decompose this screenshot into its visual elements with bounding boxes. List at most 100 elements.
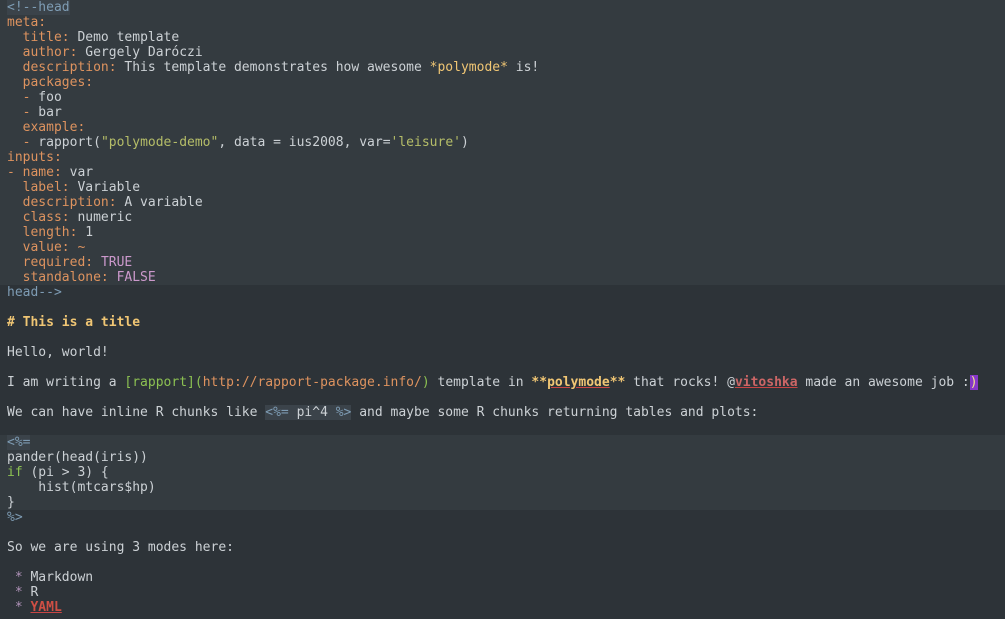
code-segment: rapport( [30, 135, 100, 150]
code-line: inputs: [0, 150, 1005, 165]
code-line [0, 555, 1005, 570]
code-segment: , data = ius2008, var= [218, 135, 390, 150]
code-segment: 1 [77, 225, 93, 240]
code-segment: is! [508, 60, 539, 75]
code-segment: made an awesome job : [798, 375, 970, 390]
code-segment: description: [23, 60, 117, 75]
code-segment: inputs: [7, 150, 62, 165]
text-cursor: ) [970, 375, 978, 390]
code-segment: ) [422, 375, 430, 390]
code-segment: Demo template [70, 30, 180, 45]
code-segment [7, 105, 23, 120]
code-line: meta: [0, 15, 1005, 30]
list-bullet: * [15, 570, 23, 585]
code-segment: title: [23, 30, 70, 45]
code-segment: if [7, 465, 23, 480]
code-segment: length: [23, 225, 78, 240]
code-segment [7, 75, 23, 90]
code-line: head--> [0, 285, 1005, 300]
code-line: title: Demo template [0, 30, 1005, 45]
code-line: * YAML [0, 600, 1005, 615]
code-line: hist(mtcars$hp) [0, 480, 1005, 495]
code-segment: R [23, 585, 39, 600]
code-segment: (pi > 3) { [23, 465, 109, 480]
list-bullet: * [15, 600, 23, 615]
polymode-bold: polymode [547, 375, 610, 390]
code-segment: A variable [117, 195, 203, 210]
yaml-misspelled-word: YAML [30, 600, 61, 615]
code-segment: Markdown [23, 570, 93, 585]
code-segment: foo [30, 90, 61, 105]
markdown-heading: # This is a title [7, 315, 140, 330]
code-segment [7, 210, 23, 225]
inline-r-code: pi^4 [289, 405, 336, 420]
code-line: value: ~ [0, 240, 1005, 255]
code-line: * Markdown [0, 570, 1005, 585]
code-segment: TRUE [101, 255, 132, 270]
code-segment: required: [23, 255, 93, 270]
rapport-link: [rapport] [124, 375, 194, 390]
code-line: length: 1 [0, 225, 1005, 240]
code-line: if (pi > 3) { [0, 465, 1005, 480]
yaml-tail-delimiter: head--> [7, 285, 62, 300]
code-segment: template in [430, 375, 532, 390]
code-segment: pander(head(iris)) [7, 450, 148, 465]
code-line: standalone: FALSE [0, 270, 1005, 285]
code-segment [7, 570, 15, 585]
code-segment [7, 120, 23, 135]
code-segment: Gergely Daróczi [77, 45, 202, 60]
code-segment [7, 180, 23, 195]
code-segment: } [7, 495, 15, 510]
code-line: - rapport("polymode-demo", data = ius200… [0, 135, 1005, 150]
code-line: pander(head(iris)) [0, 450, 1005, 465]
code-segment: value: [23, 240, 70, 255]
vitoshka-mention: vitoshka [735, 375, 798, 390]
code-segment: ( [195, 375, 203, 390]
code-segment [109, 270, 117, 285]
code-line: Hello, world! [0, 345, 1005, 360]
code-segment: - [7, 165, 15, 180]
code-line: - name: var [0, 165, 1005, 180]
r-chunk-open: <%= [7, 435, 30, 450]
code-line: class: numeric [0, 210, 1005, 225]
code-segment [7, 90, 23, 105]
code-segment: I am writing a [7, 375, 124, 390]
code-segment: FALSE [117, 270, 156, 285]
code-segment [7, 135, 23, 150]
code-segment: example: [23, 120, 86, 135]
list-bullet: * [15, 585, 23, 600]
code-line [0, 330, 1005, 345]
code-line: - bar [0, 105, 1005, 120]
code-segment [15, 165, 23, 180]
code-line [0, 300, 1005, 315]
code-segment [7, 225, 23, 240]
code-segment: label: [23, 180, 70, 195]
code-line: description: A variable [0, 195, 1005, 210]
code-segment [7, 195, 23, 210]
code-segment: numeric [70, 210, 133, 225]
code-segment: *polymode* [430, 60, 508, 75]
code-line: } [0, 495, 1005, 510]
code-line: description: This template demonstrates … [0, 60, 1005, 75]
code-line [0, 390, 1005, 405]
code-segment [93, 255, 101, 270]
code-segment [7, 240, 23, 255]
code-line: * R [0, 585, 1005, 600]
code-segment [7, 270, 23, 285]
code-segment: standalone: [23, 270, 109, 285]
rapport-url: http://rapport-package.info/ [203, 375, 422, 390]
code-segment: This template demonstrates how awesome [117, 60, 430, 75]
code-line [0, 360, 1005, 375]
code-segment: So we are using 3 modes here: [7, 540, 234, 555]
editor-buffer[interactable]: <!--headmeta: title: Demo template autho… [0, 0, 1005, 619]
code-line: label: Variable [0, 180, 1005, 195]
code-segment: var [62, 165, 93, 180]
code-line: We can have inline R chunks like <%= pi^… [0, 405, 1005, 420]
code-segment: and maybe some R chunks returning tables… [351, 405, 758, 420]
code-segment: @ [727, 375, 735, 390]
code-line: %> [0, 510, 1005, 525]
code-segment: hist(mtcars$hp) [7, 480, 156, 495]
code-segment: ** [531, 375, 547, 390]
code-line: So we are using 3 modes here: [0, 540, 1005, 555]
code-segment [7, 45, 23, 60]
